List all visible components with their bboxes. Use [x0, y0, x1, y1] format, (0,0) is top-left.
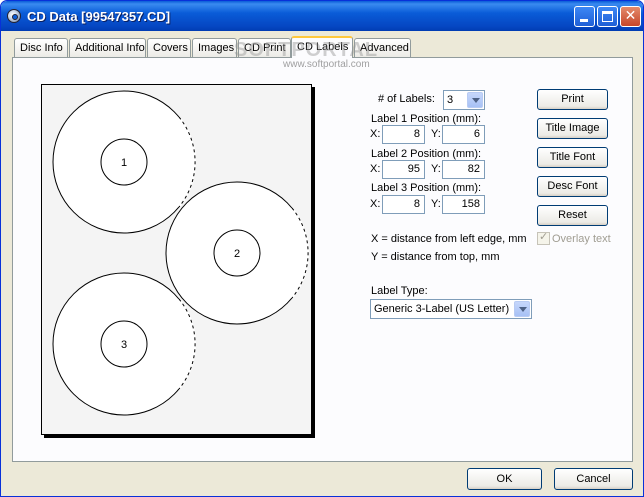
label1-y-caption: Y:: [431, 128, 441, 140]
num-labels-value: 3: [447, 94, 454, 106]
label2-y-field[interactable]: 82: [442, 160, 485, 179]
label3-x-caption: X:: [370, 198, 381, 210]
minimize-icon: [580, 19, 588, 22]
reset-button[interactable]: Reset: [537, 205, 608, 226]
label3-x-field[interactable]: 8: [382, 195, 425, 214]
label1-position-heading: Label 1 Position (mm):: [371, 113, 482, 125]
tab-images[interactable]: Images: [192, 38, 237, 57]
minimize-button[interactable]: [574, 6, 595, 27]
cd-label-1: 1: [52, 90, 197, 234]
maximize-icon: [602, 11, 613, 22]
chevron-down-icon[interactable]: [514, 301, 530, 317]
label-sheet-preview: 1 2 3: [41, 84, 312, 435]
close-icon: ✕: [624, 8, 637, 24]
label2-y-caption: Y:: [431, 163, 441, 175]
tab-covers[interactable]: Covers: [147, 38, 191, 57]
label3-y-field[interactable]: 158: [442, 195, 485, 214]
label1-x-caption: X:: [370, 128, 381, 140]
num-labels-select[interactable]: 3: [443, 90, 485, 110]
label-sheet-drawing: 1 2 3: [52, 90, 310, 416]
label1-x-field[interactable]: 8: [382, 125, 425, 144]
label2-x-field[interactable]: 95: [382, 160, 425, 179]
label-type-value: Generic 3-Label (US Letter): [374, 303, 510, 315]
title-bar[interactable]: CD Data [99547357.CD] ✕: [1, 1, 643, 31]
label1-y-field[interactable]: 6: [442, 125, 485, 144]
label-type-caption: Label Type:: [371, 285, 428, 297]
help-x-text: X = distance from left edge, mm: [371, 233, 527, 245]
title-font-button[interactable]: Title Font: [537, 147, 608, 168]
print-button[interactable]: Print: [537, 89, 608, 110]
label-type-select[interactable]: Generic 3-Label (US Letter): [370, 299, 532, 319]
cancel-button[interactable]: Cancel: [554, 468, 633, 490]
cd-data-window: CD Data [99547357.CD] ✕ Disc Info Additi…: [0, 0, 644, 497]
label-3-number: 3: [121, 339, 127, 351]
maximize-button[interactable]: [597, 6, 618, 27]
close-button[interactable]: ✕: [620, 6, 641, 27]
help-y-text: Y = distance from top, mm: [371, 251, 500, 263]
title-image-button[interactable]: Title Image: [537, 118, 608, 139]
cd-label-2: 2: [165, 181, 310, 325]
label2-x-caption: X:: [370, 163, 381, 175]
watermark-url: www.softportal.com: [283, 59, 370, 70]
window-title: CD Data [99547357.CD]: [27, 9, 171, 24]
desc-font-button[interactable]: Desc Font: [537, 176, 608, 197]
cd-label-3: 3: [52, 272, 197, 416]
label3-position-heading: Label 3 Position (mm):: [371, 182, 482, 194]
chevron-down-icon[interactable]: [467, 92, 483, 108]
label3-y-caption: Y:: [431, 198, 441, 210]
overlay-text-label: Overlay text: [552, 233, 611, 245]
label2-position-heading: Label 2 Position (mm):: [371, 148, 482, 160]
tab-additional-info[interactable]: Additional Info: [69, 38, 146, 57]
label-2-number: 2: [234, 248, 240, 260]
label-1-number: 1: [121, 157, 127, 169]
tab-disc-info[interactable]: Disc Info: [14, 38, 68, 57]
ok-button[interactable]: OK: [467, 468, 542, 490]
overlay-text-checkbox[interactable]: [537, 230, 550, 245]
cd-disc-icon: [7, 9, 21, 23]
num-labels-label: # of Labels:: [378, 93, 435, 105]
